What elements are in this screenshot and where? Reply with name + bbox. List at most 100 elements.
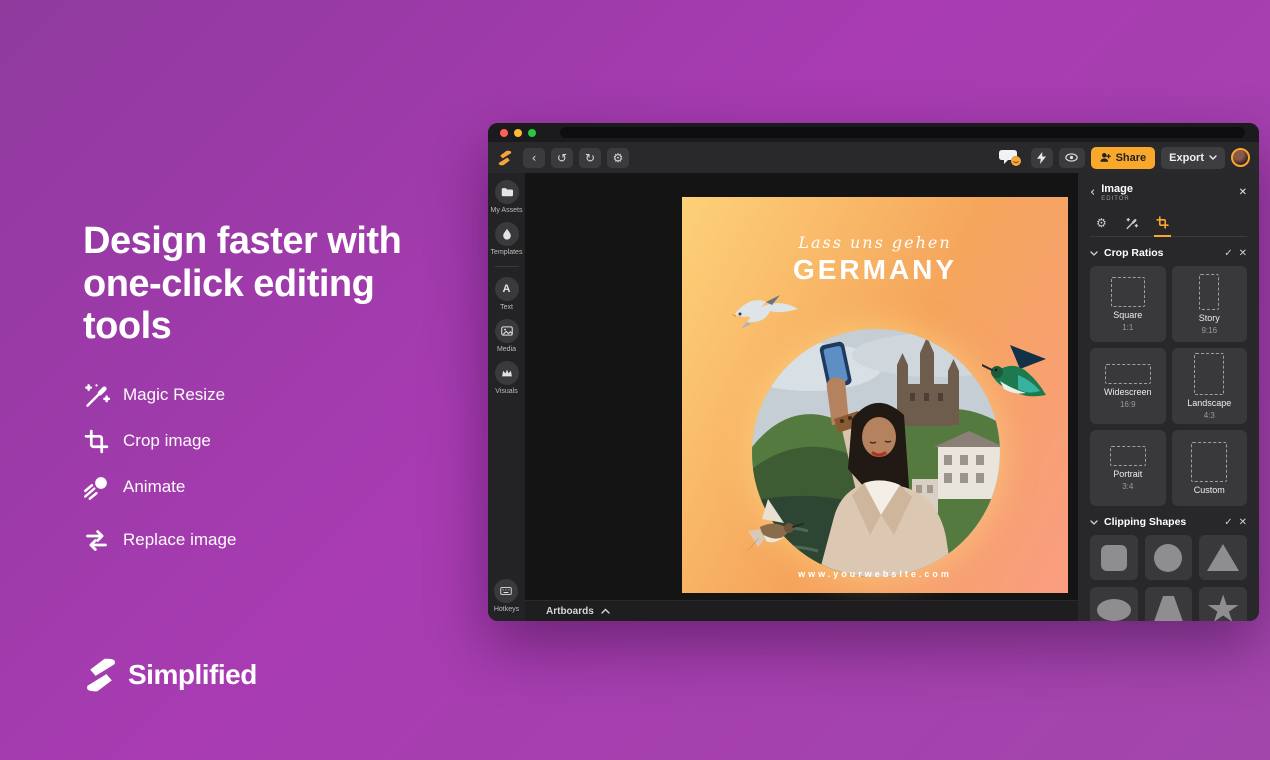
left-sidebar: My Assets Templates A Text Media [488, 173, 525, 621]
crop-ratios-title: Crop Ratios [1104, 247, 1218, 259]
crop-ratio-square[interactable]: Square 1:1 [1090, 266, 1166, 342]
artboards-label: Artboards [546, 606, 594, 617]
apply-check-icon[interactable]: ✓ [1224, 248, 1232, 259]
design-tagline-text[interactable]: Lass uns gehen [682, 233, 1068, 252]
cancel-x-icon[interactable]: ✕ [1239, 248, 1247, 259]
upgrade-bolt-button[interactable] [1031, 148, 1053, 168]
minimize-window-button[interactable] [514, 129, 522, 137]
circle-icon [1154, 544, 1182, 572]
user-avatar[interactable] [1231, 148, 1250, 167]
tab-crop[interactable] [1154, 212, 1171, 237]
clip-shape-circle[interactable] [1145, 535, 1193, 580]
folder-icon [495, 180, 519, 204]
preview-eye-button[interactable] [1059, 148, 1085, 168]
trapezoid-icon [1153, 596, 1183, 621]
ratio-preview [1111, 277, 1145, 307]
maximize-window-button[interactable] [528, 129, 536, 137]
ratio-preview [1105, 364, 1151, 384]
export-button[interactable]: Export [1161, 147, 1225, 169]
undo-button[interactable]: ↺ [551, 148, 573, 168]
ellipse-icon [1097, 599, 1131, 621]
keyboard-icon [494, 579, 518, 603]
crop-ratio-custom[interactable]: Custom [1172, 430, 1248, 506]
comments-icon[interactable] [999, 148, 1023, 168]
back-button[interactable]: ‹ [523, 148, 545, 168]
share-person-icon [1100, 152, 1112, 163]
panel-close-icon[interactable]: ✕ [1239, 187, 1247, 198]
sidebar-item-my-assets[interactable]: My Assets [491, 180, 523, 214]
sidebar-item-hotkeys[interactable]: Hotkeys [494, 579, 519, 613]
hummingbird-left-image[interactable] [740, 497, 804, 559]
crop-ratio-story[interactable]: Story 9:16 [1172, 266, 1248, 342]
panel-tabs: ⚙ [1090, 212, 1247, 237]
share-button[interactable]: Share [1091, 147, 1156, 169]
browser-titlebar [488, 123, 1259, 142]
seagull-image[interactable] [730, 289, 802, 333]
design-title-text[interactable]: GERMANY [682, 254, 1068, 286]
feature-label: Animate [123, 477, 185, 497]
chevron-up-icon [601, 608, 610, 614]
feature-replace-image: Replace image [83, 527, 403, 554]
clip-shape-ellipse[interactable] [1090, 587, 1138, 621]
clipping-shapes-header: Clipping Shapes ✓ ✕ [1090, 516, 1247, 528]
magic-wand-icon [83, 382, 110, 409]
clip-shape-rounded-square[interactable] [1090, 535, 1138, 580]
crop-ratio-landscape[interactable]: Landscape 4:3 [1172, 348, 1248, 424]
design-artboard[interactable]: Lass uns gehen GERMANY [682, 197, 1068, 593]
app-logo-icon[interactable] [497, 150, 513, 166]
animate-icon [83, 474, 110, 501]
clipping-shapes-title: Clipping Shapes [1104, 516, 1218, 528]
ratio-preview [1194, 353, 1224, 395]
rounded-square-icon [1101, 545, 1127, 571]
crop-ratio-widescreen[interactable]: Widescreen 16:9 [1090, 348, 1166, 424]
feature-crop-image: Crop image [83, 428, 403, 455]
sidebar-item-text[interactable]: A Text [495, 277, 519, 311]
chevron-down-icon[interactable] [1090, 251, 1098, 256]
crown-icon [495, 361, 519, 385]
sidebar-divider [495, 266, 519, 267]
crop-ratio-portrait[interactable]: Portrait 3:4 [1090, 430, 1166, 506]
settings-gear-button[interactable]: ⚙ [607, 148, 629, 168]
design-website-text[interactable]: www.yourwebsite.com [682, 569, 1068, 579]
media-icon [495, 319, 519, 343]
ratio-preview [1191, 442, 1227, 482]
clip-shape-star[interactable] [1199, 587, 1247, 621]
brand-name: Simplified [128, 659, 257, 691]
ratio-preview [1110, 446, 1146, 466]
hummingbird-right-image[interactable] [982, 343, 1048, 403]
feature-label: Magic Resize [123, 385, 225, 405]
hero-section: Design faster with one-click editing too… [83, 220, 403, 573]
simplified-logo: Simplified [83, 657, 257, 693]
feature-label: Replace image [123, 530, 236, 550]
feature-magic-resize: Magic Resize [83, 382, 403, 409]
sidebar-item-visuals[interactable]: Visuals [495, 361, 519, 395]
clipping-shapes-grid [1090, 535, 1247, 621]
canvas-area[interactable]: Lass uns gehen GERMANY [525, 173, 1078, 621]
text-icon: A [495, 277, 519, 301]
editor-window: ‹ ↺ ↻ ⚙ Share [488, 123, 1259, 621]
apply-check-icon[interactable]: ✓ [1224, 517, 1232, 528]
close-window-button[interactable] [500, 129, 508, 137]
sidebar-item-media[interactable]: Media [495, 319, 519, 353]
clip-shape-trapezoid[interactable] [1145, 587, 1193, 621]
chevron-down-icon[interactable] [1090, 520, 1098, 525]
ratio-preview [1199, 274, 1219, 310]
cancel-x-icon[interactable]: ✕ [1239, 517, 1247, 528]
panel-title: Image [1101, 183, 1232, 195]
chevron-down-icon [1209, 155, 1217, 160]
url-bar[interactable] [560, 127, 1245, 138]
tab-magic-wand[interactable] [1123, 212, 1140, 236]
clip-shape-triangle[interactable] [1199, 535, 1247, 580]
triangle-icon [1207, 544, 1239, 571]
replace-icon [83, 527, 110, 554]
artboards-bar[interactable]: Artboards [525, 600, 1078, 621]
crop-icon [83, 428, 110, 455]
tab-adjust-gear[interactable]: ⚙ [1094, 212, 1109, 236]
panel-back-icon[interactable]: ‹ [1090, 186, 1095, 199]
redo-button[interactable]: ↻ [579, 148, 601, 168]
feature-animate: Animate [83, 474, 403, 501]
image-editor-panel: ‹ Image EDITOR ✕ ⚙ [1078, 173, 1259, 621]
crop-ratio-grid: Square 1:1 Story 9:16 Widescreen 16:9 La… [1090, 266, 1247, 506]
sidebar-item-templates[interactable]: Templates [491, 222, 523, 256]
templates-icon [495, 222, 519, 246]
